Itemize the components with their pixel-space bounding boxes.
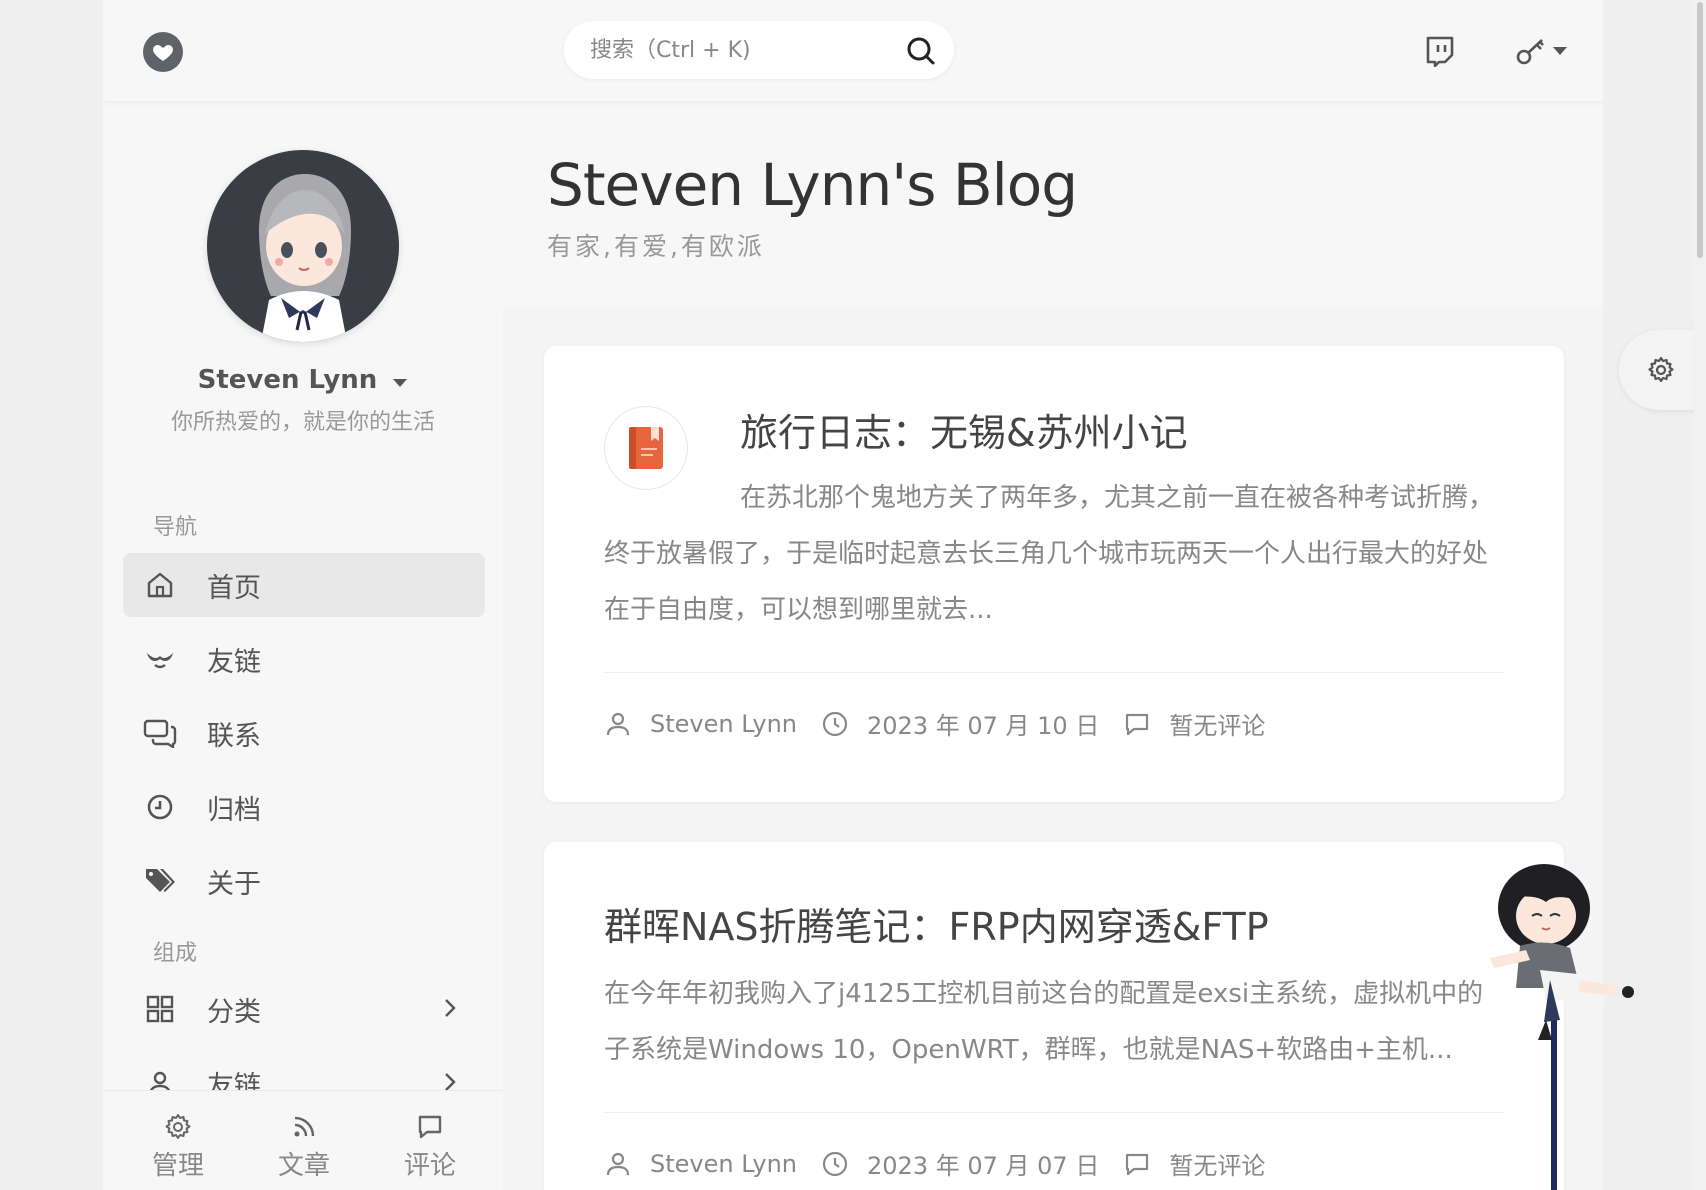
card-divider: [604, 672, 1504, 673]
caret-down-icon[interactable]: [1550, 34, 1570, 68]
post-card: 旅行日志：无锡&苏州小记 在苏北那个鬼地方关了两年多，尤其之前一直在被各种考试折…: [544, 346, 1564, 802]
post-comments[interactable]: 暂无评论: [1169, 706, 1265, 741]
sidebar-item-home[interactable]: 首页: [123, 553, 485, 617]
nav-section-label: 导航: [153, 515, 198, 540]
sidebar-item-label: 联系: [207, 720, 261, 752]
profile-name[interactable]: Steven Lynn: [103, 365, 503, 395]
blog-banner: Steven Lynn's Blog 有家,有爱,有欧派: [503, 101, 1603, 307]
user-icon: [604, 710, 632, 738]
group-section-label: 组成: [153, 941, 198, 966]
comment-icon: [418, 1115, 442, 1139]
app-window: Steven Lynn 你所热爱的，就是你的生活 导航 首页 友链 联系: [103, 0, 1603, 1190]
scrollbar-thumb[interactable]: [1697, 2, 1703, 258]
bottom-bar-manage[interactable]: 管理: [118, 1091, 238, 1190]
sidebar: Steven Lynn 你所热爱的，就是你的生活 导航 首页 友链 联系 归档 …: [103, 101, 503, 1190]
clock-icon: [143, 790, 177, 824]
search-icon[interactable]: [906, 36, 936, 66]
key-icon[interactable]: [1514, 34, 1548, 68]
gear-icon: [1648, 356, 1674, 383]
bottom-bar-label: 文章: [277, 1151, 330, 1181]
chat-icon: [143, 716, 177, 750]
gear-icon: [165, 1114, 191, 1139]
card-divider: [604, 1112, 1504, 1113]
clock-icon: [821, 710, 849, 738]
bottom-bar-comments[interactable]: 评论: [370, 1091, 490, 1190]
mustache-icon: [143, 642, 177, 676]
post-author[interactable]: Steven Lynn: [650, 710, 797, 738]
sidebar-bottom-bar: 管理 文章 评论: [103, 1090, 503, 1190]
sidebar-item-label: 关于: [207, 868, 261, 900]
settings-button[interactable]: [1619, 330, 1706, 410]
post-title[interactable]: 群晖NAS折腾笔记：FRP内网穿透&FTP: [604, 896, 1269, 951]
profile-motto: 你所热爱的，就是你的生活: [170, 410, 435, 435]
rss-icon: [294, 1116, 315, 1137]
tags-icon: [143, 864, 177, 898]
post-meta: Steven Lynn 2023 年 07 月 10 日 暂无评论: [604, 706, 1289, 741]
chevron-right-icon: [445, 999, 456, 1017]
clock-icon: [821, 1150, 849, 1178]
post-excerpt: 在苏北那个鬼地方关了两年多，尤其之前一直在被各种考试折腾，终于放暑假了，于是临时…: [604, 483, 1495, 625]
comment-icon: [1123, 710, 1151, 738]
heart-logo-icon[interactable]: [143, 32, 183, 72]
post-author[interactable]: Steven Lynn: [650, 1150, 797, 1178]
sidebar-item-label: 归档: [207, 794, 261, 826]
avatar[interactable]: [207, 150, 399, 342]
sidebar-item-label: 首页: [207, 572, 261, 604]
twitch-icon[interactable]: [1423, 34, 1457, 68]
search-box[interactable]: [564, 21, 954, 79]
post-title[interactable]: 旅行日志：无锡&苏州小记: [740, 402, 1188, 457]
sidebar-item-categories[interactable]: 分类: [123, 977, 485, 1041]
post-comments[interactable]: 暂无评论: [1169, 1146, 1265, 1181]
user-icon: [604, 1150, 632, 1178]
sidebar-item-label: 分类: [207, 996, 261, 1028]
top-header: [103, 0, 1603, 101]
bottom-bar-label: 管理: [151, 1151, 204, 1181]
bottom-bar-label: 评论: [403, 1151, 456, 1181]
grid-icon: [143, 992, 177, 1026]
mascot-character-image[interactable]: [1480, 860, 1640, 1190]
post-meta: Steven Lynn 2023 年 07 月 07 日 暂无评论: [604, 1146, 1289, 1181]
blog-title[interactable]: Steven Lynn's Blog: [547, 151, 1078, 219]
post-date: 2023 年 07 月 07 日: [867, 1152, 1100, 1180]
search-input[interactable]: [590, 35, 890, 65]
caret-down-icon[interactable]: [392, 378, 408, 388]
post-date: 2023 年 07 月 10 日: [867, 712, 1100, 740]
sidebar-item-about[interactable]: 关于: [123, 849, 485, 913]
sidebar-item-contact[interactable]: 联系: [123, 701, 485, 765]
profile-name-text[interactable]: Steven Lynn: [198, 365, 378, 395]
home-icon: [143, 568, 177, 602]
comment-icon: [1123, 1150, 1151, 1178]
post-excerpt: 在今年年初我购入了j4125工控机目前这台的配置是exsi主系统，虚拟机中的子系…: [604, 979, 1484, 1065]
sidebar-item-archive[interactable]: 归档: [123, 775, 485, 839]
bottom-bar-posts[interactable]: 文章: [244, 1091, 364, 1190]
sidebar-item-label: 友链: [207, 646, 261, 678]
post-card: 群晖NAS折腾笔记：FRP内网穿透&FTP 在今年年初我购入了j4125工控机目…: [544, 842, 1564, 1190]
blog-subtitle: 有家,有爱,有欧派: [547, 232, 765, 261]
sidebar-item-friends[interactable]: 友链: [123, 627, 485, 691]
